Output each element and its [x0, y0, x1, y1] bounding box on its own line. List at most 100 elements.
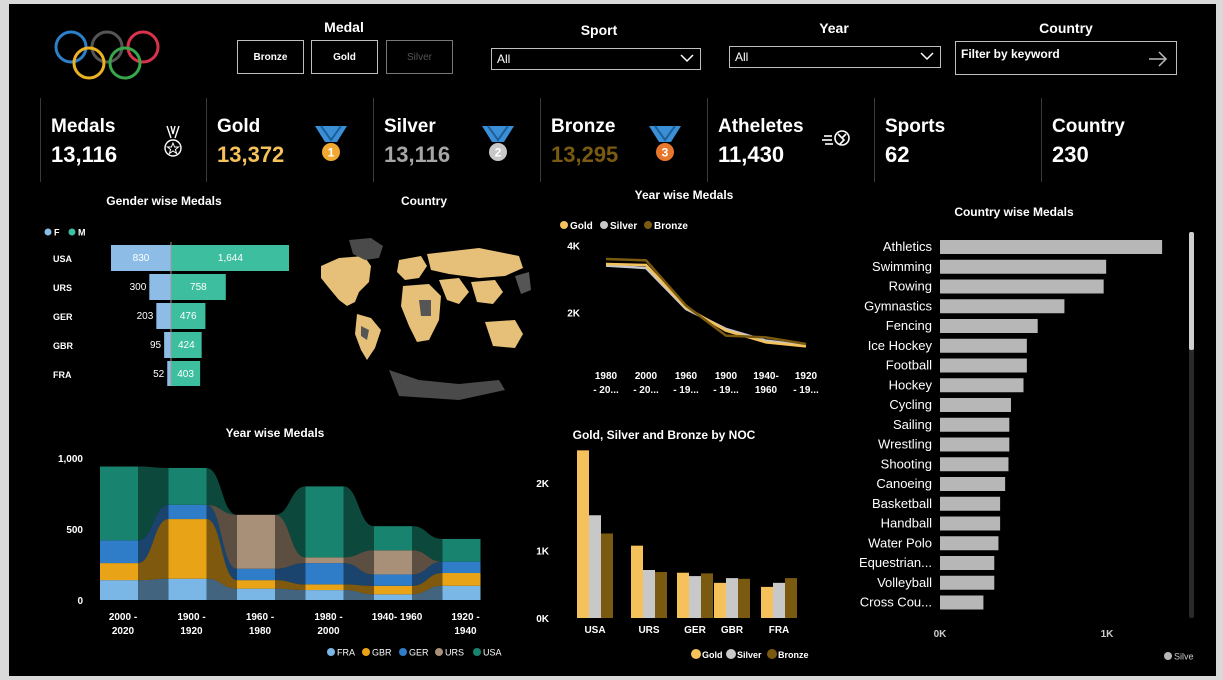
gender-chart-title: Gender wise Medals: [106, 194, 222, 208]
bar-silver: [940, 477, 1006, 491]
x-tick-label: URS: [638, 625, 659, 636]
kpi-title: Gold: [217, 116, 261, 137]
silver-medal-icon: 2: [482, 125, 514, 161]
x-tick-label: 1960: [675, 371, 698, 382]
x-tick-label: 1900 -: [177, 612, 205, 623]
bar-gold: [577, 450, 589, 618]
kpi-divider: [874, 98, 875, 182]
column-segment-gbr: [237, 580, 275, 589]
x-tick-label-line2: - 20...: [633, 385, 659, 396]
bar-gold: [761, 586, 773, 618]
category-label: Volleyball: [877, 575, 932, 590]
sport-dropdown[interactable]: All: [491, 48, 701, 70]
x-tick-label: 2000 -: [109, 612, 137, 623]
year-line-chart: Gold Silver Bronze 2K 4K 1980 - 20... 2000 - 20.…: [560, 221, 819, 396]
bar-silver: [940, 437, 1010, 452]
legend-label: Gold: [702, 650, 723, 660]
bronze-filter-button[interactable]: Bronze: [237, 40, 304, 74]
kpi-value: 13,295: [551, 142, 619, 167]
bar-silver: [940, 279, 1104, 294]
category-label: GER: [53, 312, 73, 322]
legend-swatch-F: [44, 228, 52, 236]
kpi-card-4: Atheletes 11,430: [708, 98, 868, 182]
chevron-down-icon: [920, 52, 934, 61]
column-segment-usa: [442, 538, 481, 562]
map-title: Country: [401, 194, 447, 208]
bar-silver: [940, 378, 1024, 393]
bar-silver: [940, 358, 1027, 373]
column-segment-usa: [305, 486, 344, 558]
series-line-bronze: [605, 257, 807, 346]
category-label: Gymnastics: [864, 298, 932, 313]
ribbon-fra: [275, 588, 306, 600]
column-segment-fra: [237, 588, 275, 600]
x-tick-label-line2: - 19...: [673, 385, 699, 396]
x-tick: 0K: [934, 629, 948, 640]
noc-chart-title: Gold, Silver and Bronze by NOC: [572, 428, 756, 442]
column-segment-fra: [100, 580, 138, 600]
category-label: Hockey: [889, 377, 933, 392]
series-line-silver: [605, 264, 807, 347]
kpi-divider: [40, 98, 41, 182]
olympic-rings-logo: [54, 30, 160, 80]
ribbon-fra: [138, 578, 169, 600]
sport-filter-title: Sport: [580, 22, 618, 38]
bronze-medal-icon: 3: [649, 125, 681, 161]
kpi-value: 13,372: [217, 142, 285, 167]
legend-swatch-gold: [560, 221, 568, 229]
x-tick-label: 1920 -: [451, 612, 479, 623]
dashboard-canvas: Medal Bronze Gold Silver Sport All Year …: [9, 4, 1216, 676]
column-segment-fra: [168, 578, 207, 600]
bar-silver: [643, 570, 655, 618]
legend-swatch-gbr: [362, 648, 370, 656]
gold-filter-button[interactable]: Gold: [311, 40, 378, 74]
x-tick-label-line2: 1980: [249, 626, 272, 637]
kpi-title: Silver: [384, 116, 436, 137]
column-segment-gbr: [100, 563, 138, 581]
country-search-placeholder: Filter by keyword: [961, 47, 1060, 61]
data-label-male: 476: [180, 311, 197, 322]
year-ribbon-chart-title: Year wise Medals: [225, 426, 325, 440]
kpi-card-1: Gold 13,372 1: [207, 98, 367, 182]
country-search-box[interactable]: Filter by keyword: [955, 41, 1177, 75]
category-label: Athletics: [883, 239, 933, 254]
kpi-value: 13,116: [384, 142, 451, 167]
x-tick-label: 1900: [715, 371, 738, 382]
data-label-female: 203: [137, 311, 154, 322]
category-label: Rowing: [889, 279, 932, 294]
runner-icon: [822, 130, 850, 146]
x-tick-label-line2: 1940: [454, 626, 477, 637]
year-dropdown[interactable]: All: [729, 46, 941, 68]
category-label: Ice Hockey: [868, 338, 933, 353]
data-label-male: 1,644: [218, 253, 243, 264]
bar-bronze: [701, 573, 713, 618]
bar-bronze: [655, 572, 667, 618]
data-label-female: 830: [133, 253, 150, 264]
gender-medals-chart: F M USA 830 1,644 URS 300 758 GER 203 476 GBR 95 424 F…: [44, 228, 289, 386]
year-ribbon-chart: 0 500 1,000 2000 - 2020 1900 - 1920 1960 - 1980 1…: [58, 454, 502, 658]
medal-filter-title: Medal: [324, 19, 364, 35]
bar-gold: [677, 572, 689, 618]
arrow-right-icon[interactable]: [1148, 51, 1168, 67]
kpi-card-3: Bronze 13,295 3: [541, 98, 701, 182]
noc-medals-chart: 0K 1K 2K USA URS GER GBR FRA Gold Silver Bronze: [536, 450, 809, 660]
column-segment-ger: [100, 540, 138, 564]
column-segment-ger: [442, 561, 481, 574]
x-tick-label-line2: 2020: [112, 626, 135, 637]
kpi-title: Sports: [885, 116, 946, 137]
column-segment-urs: [374, 550, 412, 575]
y-tick: 2K: [536, 479, 550, 490]
legend-label: Gold: [570, 221, 593, 232]
column-segment-gbr: [305, 584, 344, 591]
category-label: Basketball: [872, 496, 932, 511]
legend-swatch-silver: [1164, 652, 1172, 660]
sports-chart-scrollbar[interactable]: [1189, 232, 1194, 618]
x-tick-label-line2: 1920: [180, 626, 203, 637]
bar-silver: [940, 556, 995, 570]
sport-dropdown-value: All: [497, 52, 511, 66]
silver-filter-button[interactable]: Silver: [386, 40, 453, 74]
bar-silver: [689, 576, 701, 618]
legend-swatch-silver: [600, 221, 608, 229]
scrollbar-thumb[interactable]: [1189, 232, 1194, 350]
kpi-divider: [373, 98, 374, 182]
